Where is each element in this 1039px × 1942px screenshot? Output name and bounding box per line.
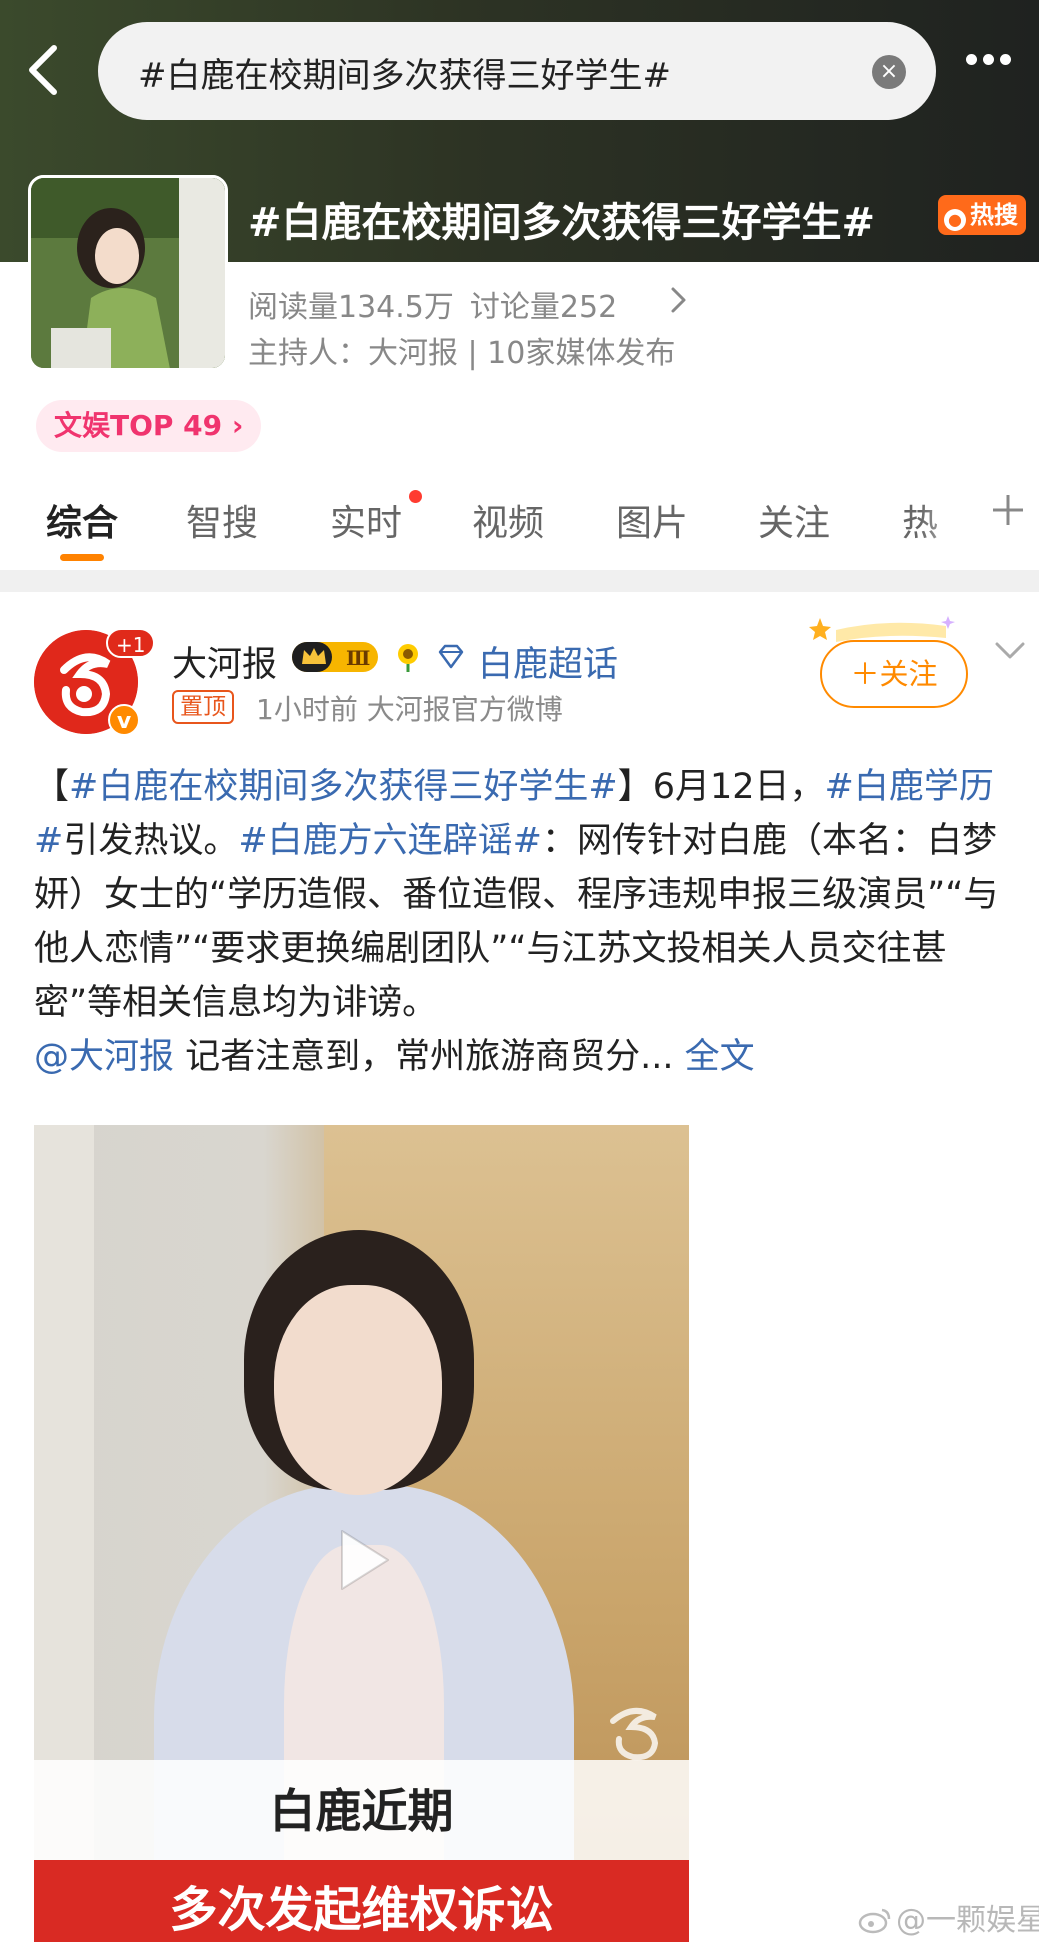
hot-badge-label: 热搜 [970,201,1018,229]
active-tab-indicator [60,554,104,561]
super-topic-link[interactable]: 白鹿超话 [478,636,618,687]
tab-smart-search[interactable]: 智搜 [186,494,258,546]
chevron-right-icon[interactable] [668,284,690,316]
read-count: 阅读量134.5万 [248,290,454,325]
play-icon[interactable] [334,1525,394,1595]
more-dot-icon [966,54,977,65]
bracket-open: 【 [34,767,70,807]
new-content-dot [409,490,422,503]
date-text: 6月12日， [652,767,825,807]
author-name[interactable]: 大河报 [172,636,277,687]
topic-cover-image-front[interactable] [28,175,228,371]
level-text: Ⅲ [346,646,370,670]
cover-photo-illustration [31,178,225,368]
plus-icon[interactable] [990,492,1026,528]
body-text: 引发热议。 [63,821,239,861]
post-meta: 1小时前 大河报官方微博 [256,693,563,726]
tab-images[interactable]: 图片 [616,494,688,546]
search-query: #白鹿在校期间多次获得三好学生# [138,56,671,96]
weibo-logo-icon [858,1908,891,1934]
search-input[interactable]: #白鹿在校期间多次获得三好学生# × [98,22,936,120]
full-text-link[interactable]: 全文 [685,1037,755,1077]
tab-following[interactable]: 关注 [758,494,830,546]
hot-search-badge[interactable]: ● 热搜 [938,195,1026,235]
member-level-badge[interactable]: Ⅲ [290,638,382,676]
chevron-down-icon[interactable] [994,640,1026,662]
chevron-left-icon [29,45,57,95]
topic-title: #白鹿在校期间多次获得三好学生# [248,200,876,246]
tab-realtime[interactable]: 实时 [330,494,402,546]
weibo-watermark: @一颗娱星 [858,1895,1039,1939]
watermark-text: @一颗娱星 [896,1903,1039,1938]
back-button[interactable] [18,40,68,100]
tab-video[interactable]: 视频 [472,494,544,546]
tab-bar: 综合 智搜 实时 视频 图片 关注 热 [0,480,1039,570]
clear-search-button[interactable]: × [872,55,906,89]
topic-stats[interactable]: 阅读量134.5万 讨论量252 [248,282,617,326]
more-dot-icon [983,54,994,65]
flame-icon: ● [944,209,966,231]
sunflower-icon [398,644,418,672]
video-player[interactable]: 白鹿近期 多次发起维权诉讼 [34,1125,689,1942]
mention-link[interactable]: @大河报 [34,1037,174,1077]
more-dot-icon [1000,54,1011,65]
tabs-fade-overlay [920,480,980,570]
hashtag-link[interactable]: #白鹿在校期间多次获得三好学生# [69,767,618,807]
pinned-tag: 置顶 [172,690,234,724]
body-text: 记者注意到，常州旅游商贸分... [174,1037,685,1077]
follow-button[interactable]: ＋关注 [820,640,968,708]
video-caption-line-2: 多次发起维权诉讼 [169,1882,554,1938]
video-caption-line-1: 白鹿近期 [269,1784,454,1838]
topic-host: 主持人：大河报 | 10家媒体发布 [248,336,676,371]
more-options-button[interactable] [966,50,1028,90]
verified-icon: v [108,704,140,736]
video-figure-face [274,1285,442,1495]
section-divider [0,570,1039,592]
post-body: 【#白鹿在校期间多次获得三好学生#】6月12日，#白鹿学历#引发热议。#白鹿方六… [34,760,1014,1084]
discussion-count: 讨论量252 [469,290,618,325]
tab-comprehensive[interactable]: 综合 [46,494,118,546]
super-topic-diamond-icon [438,644,464,669]
dahebao-watermark-icon [610,1708,659,1761]
bracket-close: 】 [617,767,653,807]
avatar-plus-badge: +1 [106,628,156,658]
hashtag-link[interactable]: #白鹿方六连辟谣# [238,821,542,861]
rank-badge[interactable]: 文娱TOP 49 › [36,400,262,452]
